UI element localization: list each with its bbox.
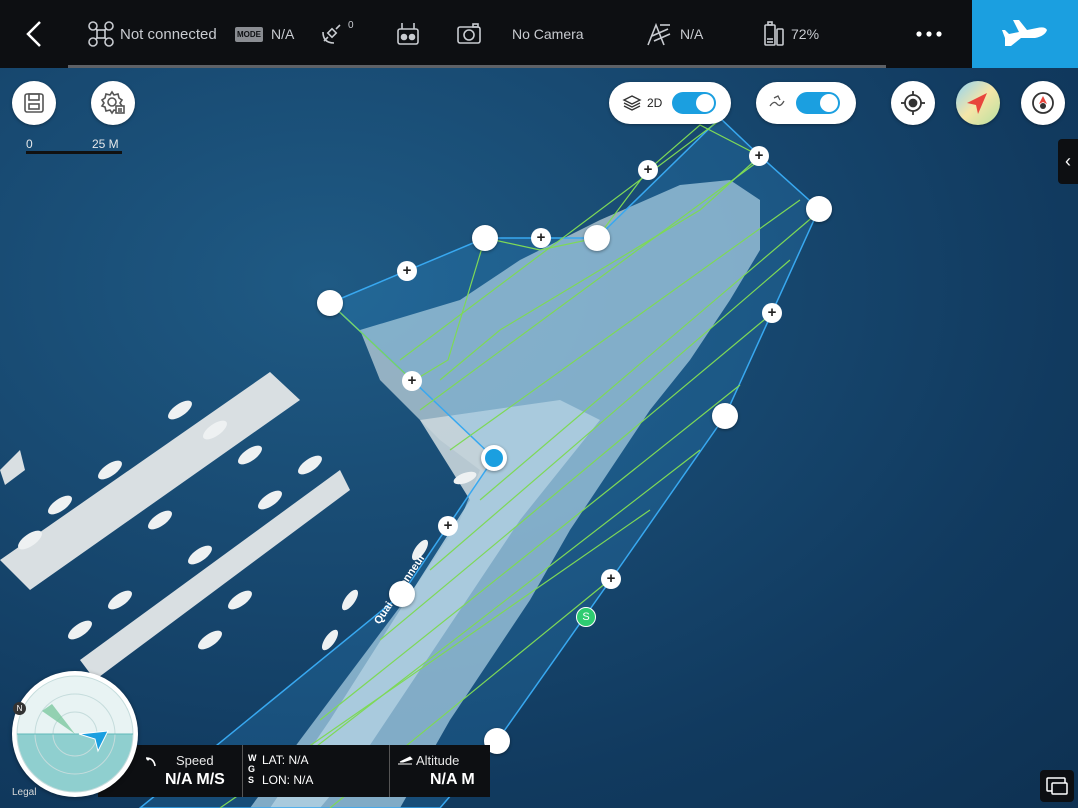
altitude-label: Altitude	[416, 753, 460, 768]
navigation-arrow-icon	[967, 93, 987, 114]
speed-value: N/A M/S	[165, 771, 225, 788]
connection-status[interactable]: Not connected	[88, 0, 217, 68]
scale-start-label: 0	[26, 137, 33, 151]
airplane-icon	[1002, 20, 1047, 46]
gear-icon	[100, 90, 125, 115]
more-dots-icon	[916, 31, 942, 37]
add-vertex-button[interactable]: +	[749, 146, 769, 166]
altitude-cell: Altitude N/A M	[389, 745, 490, 797]
add-vertex-button[interactable]: +	[402, 371, 422, 391]
battery-icon	[764, 21, 784, 46]
terrain-follow-toggle[interactable]	[756, 82, 856, 124]
add-vertex-button[interactable]: +	[638, 160, 658, 180]
terrain-follow-icon	[769, 95, 785, 107]
altitude-limit-value: N/A	[680, 26, 704, 42]
telemetry-panel: Speed N/A M/S W G S LAT: N/A LON: N/A Al…	[98, 745, 490, 797]
window-switch-icon	[1046, 777, 1068, 795]
add-vertex-button[interactable]: +	[397, 261, 417, 281]
latitude-text: LAT: N/A	[262, 753, 309, 767]
coord-system-letter: G	[248, 764, 256, 774]
flight-mode-status[interactable]: MODE N/A	[235, 0, 294, 68]
add-vertex-button[interactable]: +	[601, 569, 621, 589]
attitude-indicator	[16, 675, 134, 793]
connection-status-text: Not connected	[120, 25, 217, 43]
camera-status[interactable]: No Camera	[456, 0, 584, 68]
map-scale-bar: 0 25 M	[26, 137, 122, 157]
terrain-follow-switch[interactable]	[796, 92, 840, 114]
add-vertex-button[interactable]: +	[531, 228, 551, 248]
battery-status[interactable]: 72%	[763, 0, 819, 68]
north-label: N	[16, 704, 23, 713]
picture-in-picture-button[interactable]	[1040, 770, 1074, 802]
add-vertex-button[interactable]: +	[438, 516, 458, 536]
takeoff-icon	[398, 756, 413, 765]
compass-orientation-icon	[1032, 92, 1054, 114]
map-orientation-button[interactable]	[1021, 81, 1065, 125]
side-panel-toggle[interactable]: ‹	[1058, 139, 1078, 184]
attitude-compass[interactable]: N	[12, 671, 138, 797]
back-button[interactable]	[0, 0, 68, 68]
mission-settings-button[interactable]	[91, 81, 135, 125]
scale-end-label: 25 M	[92, 137, 119, 151]
satellite-icon	[322, 24, 341, 44]
altitude-limit-status[interactable]: N/A	[646, 0, 703, 68]
remote-controller-status[interactable]	[396, 0, 420, 68]
mission-start-marker[interactable]: S	[576, 607, 596, 627]
polygon-vertex-handle-selected[interactable]	[481, 445, 507, 471]
more-options-button[interactable]	[886, 0, 972, 68]
map-style-button[interactable]	[956, 81, 1000, 125]
polygon-vertex-handle[interactable]	[584, 225, 610, 251]
polygon-vertex-handle[interactable]	[806, 196, 832, 222]
mode-value: N/A	[271, 26, 295, 42]
polygon-vertex-handle[interactable]	[712, 403, 738, 429]
speed-label: Speed	[176, 753, 214, 768]
scale-bar-line	[26, 151, 122, 154]
coord-system-letter: S	[248, 775, 255, 785]
polygon-vertex-handle[interactable]	[389, 581, 415, 607]
camera-icon	[457, 23, 481, 44]
view-mode-toggle[interactable]: 2D	[609, 82, 731, 124]
status-strip: Not connected MODE N/A 0 No Camera N/A 7…	[68, 0, 886, 68]
start-flight-button[interactable]	[972, 0, 1078, 68]
remote-controller-icon	[397, 23, 419, 45]
north-indicator: N	[13, 702, 26, 715]
coord-system-label: W G S	[248, 753, 257, 786]
crosshair-icon	[901, 91, 925, 115]
satellite-count: 0	[348, 20, 354, 31]
view-mode-label: 2D	[647, 96, 663, 110]
start-marker-label: S	[582, 611, 590, 623]
top-status-bar: Not connected MODE N/A 0 No Camera N/A 7…	[0, 0, 1078, 68]
polygon-vertex-handle[interactable]	[317, 290, 343, 316]
view-mode-switch[interactable]	[672, 92, 717, 114]
camera-status-text: No Camera	[512, 26, 584, 42]
chevron-left-small-icon: ‹	[1065, 151, 1071, 171]
battery-percent: 72%	[791, 26, 820, 42]
gps-status[interactable]: 0	[320, 0, 354, 68]
locate-me-button[interactable]	[891, 81, 935, 125]
chevron-left-icon	[26, 21, 41, 47]
longitude-text: LON: N/A	[262, 773, 314, 787]
save-mission-button[interactable]	[12, 81, 56, 125]
altitude-value: N/A M	[430, 771, 475, 788]
polygon-vertex-handle[interactable]	[472, 225, 498, 251]
coord-system-letter: W	[248, 753, 257, 763]
drone-icon	[88, 21, 114, 47]
coordinates-cell: W G S LAT: N/A LON: N/A	[242, 745, 390, 797]
layers-icon	[622, 95, 642, 111]
save-icon	[24, 93, 44, 113]
speed-icon	[145, 757, 156, 767]
legal-link[interactable]: Legal	[12, 787, 36, 798]
mode-badge: MODE	[235, 26, 263, 42]
add-vertex-button[interactable]: +	[762, 303, 782, 323]
altitude-limit-icon	[647, 22, 671, 46]
